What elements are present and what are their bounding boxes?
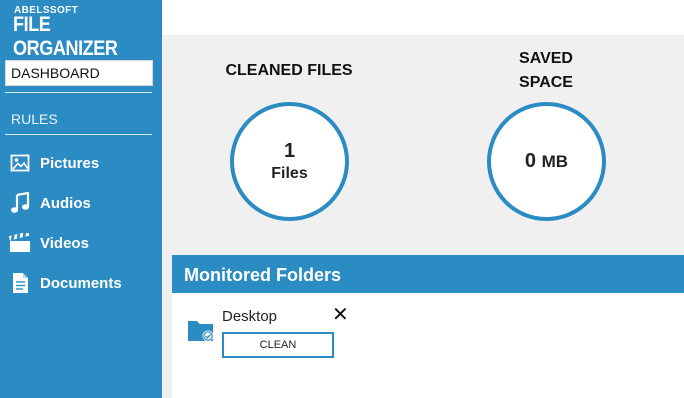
sidebar-item-videos[interactable]: Videos — [9, 230, 149, 256]
divider — [5, 92, 152, 93]
monitored-folders-panel: Monitored Folders Desktop ✕ CLEAN — [172, 255, 684, 398]
cleaned-files-value: 1 — [283, 139, 296, 162]
divider — [5, 134, 152, 135]
sidebar: ABELSSOFT FILE ORGANIZER DASHBOARD RULES… — [0, 0, 162, 398]
sidebar-item-pictures[interactable]: Pictures — [9, 150, 149, 176]
saved-space-title-line2: SPACE — [519, 74, 573, 91]
top-bar — [162, 0, 684, 35]
folder-name: Desktop — [222, 308, 278, 325]
picture-icon — [9, 152, 31, 174]
monitored-folders-header: Monitored Folders — [172, 255, 684, 293]
cleaned-files-unit: Files — [271, 164, 308, 182]
document-icon — [9, 272, 31, 294]
saved-space-readout: 0 MB — [525, 150, 568, 173]
rules-section-label: RULES — [11, 111, 58, 127]
music-note-icon — [9, 192, 31, 214]
saved-space-value: 0 — [524, 150, 537, 172]
dashboard-button[interactable]: DASHBOARD — [5, 60, 153, 86]
brand-product: FILE ORGANIZER — [13, 13, 118, 60]
cleaned-files-circle: 1 Files — [230, 102, 349, 221]
sidebar-item-label: Audios — [40, 194, 91, 212]
sidebar-item-label: Videos — [40, 234, 89, 252]
saved-space-title: SAVED SPACE — [481, 47, 611, 95]
saved-space-title-line1: SAVED — [519, 50, 573, 67]
saved-space-unit: MB — [541, 152, 569, 171]
folder-icon — [187, 317, 215, 348]
cleaned-files-title: CLEANED FILES — [225, 62, 353, 79]
clean-button[interactable]: CLEAN — [222, 332, 334, 358]
sidebar-item-documents[interactable]: Documents — [9, 270, 149, 296]
sidebar-item-label: Documents — [40, 274, 122, 292]
sidebar-item-audios[interactable]: Audios — [9, 190, 149, 216]
clapperboard-icon — [9, 232, 31, 254]
sidebar-item-label: Pictures — [40, 154, 100, 172]
remove-folder-icon[interactable]: ✕ — [332, 305, 349, 325]
saved-space-circle: 0 MB — [487, 102, 606, 221]
